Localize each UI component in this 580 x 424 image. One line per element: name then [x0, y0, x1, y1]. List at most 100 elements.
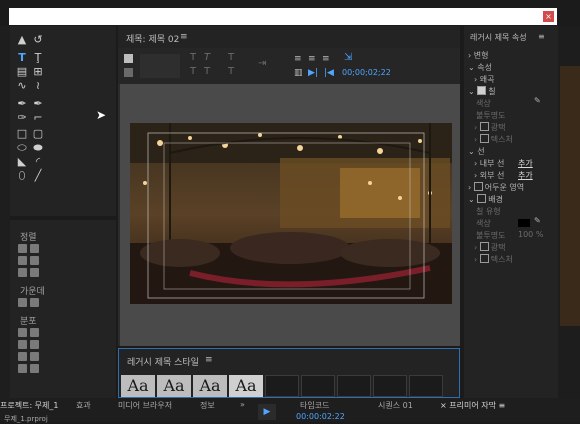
tab-timecode[interactable]: 타임코드	[300, 400, 329, 411]
close-icon[interactable]: ×	[543, 11, 554, 22]
tab-overflow[interactable]: »	[240, 400, 245, 409]
type-tool-icon[interactable]: T	[16, 52, 28, 64]
bg-sheen-row[interactable]: › 광택	[474, 242, 505, 253]
bottom-timecode[interactable]: 00:00:02:22	[296, 412, 345, 421]
bg-texture-row[interactable]: › 텍스처	[474, 254, 513, 265]
styles-menu-icon[interactable]: ≡	[205, 355, 213, 365]
fill-row[interactable]: ⌄ 칠	[468, 86, 496, 97]
tab-premiere-title[interactable]: × 프리미어 자막 ≡	[440, 400, 505, 411]
style-swatch[interactable]: Aa	[157, 375, 191, 397]
new-title-icon[interactable]	[124, 54, 133, 63]
style-swatch-empty[interactable]	[301, 375, 335, 397]
center-h-icon[interactable]	[18, 298, 27, 307]
kerning-icon[interactable]: T	[204, 66, 210, 77]
tab-sequence[interactable]: 시퀀스 01	[378, 400, 413, 411]
convert-anchor-icon[interactable]: ⌐	[32, 112, 44, 124]
distribute-icon[interactable]	[30, 340, 39, 349]
rounded-corner-rect-icon[interactable]: ⬬	[32, 142, 44, 154]
tab-project[interactable]: 프로젝트: 무제_1	[0, 400, 59, 411]
mouse-cursor-icon: ➤	[96, 108, 107, 122]
center-v-icon[interactable]	[30, 298, 39, 307]
leading-icon[interactable]: T	[228, 66, 234, 77]
underline-icon[interactable]: T	[190, 66, 196, 77]
distribute-icon[interactable]	[18, 328, 27, 337]
eyedropper-icon[interactable]: ✎	[534, 216, 541, 225]
area-type-tool-icon[interactable]: ▤	[16, 66, 28, 78]
vertical-path-type-icon[interactable]: ≀	[32, 80, 44, 92]
tab-effects[interactable]: 효과	[76, 400, 91, 411]
style-swatch-empty[interactable]	[409, 375, 443, 397]
transform-section[interactable]: › 변형	[468, 50, 488, 61]
rotate-tool-icon[interactable]: ↺	[32, 34, 44, 46]
fill-sheen-row[interactable]: › 광택	[474, 122, 505, 133]
italic-icon[interactable]: T	[204, 52, 210, 63]
pen-tool-icon[interactable]: ✒	[16, 98, 28, 110]
eyedropper-icon[interactable]: ✎	[534, 96, 541, 105]
line-tool-icon[interactable]: ╱	[32, 170, 44, 182]
stroke-section[interactable]: ⌄ 선	[468, 146, 485, 157]
align-left-icon[interactable]	[18, 244, 27, 253]
arc-tool-icon[interactable]: ◜	[32, 156, 44, 168]
align-center-v-icon[interactable]	[30, 256, 39, 265]
style-swatch[interactable]: Aa	[193, 375, 227, 397]
properties-section[interactable]: ⌄ 속성	[468, 62, 492, 73]
title-toolbar: T T T T T T ⇥ ≡ ≡ ≡ ▥ ▶| |◀ ⇲ 00;00;02;2…	[118, 48, 460, 84]
distribute-icon[interactable]	[30, 352, 39, 361]
tab-info[interactable]: 정보	[200, 400, 215, 411]
style-swatch[interactable]: Aa	[229, 375, 263, 397]
show-background-icon[interactable]: ▥	[294, 68, 303, 78]
path-type-tool-icon[interactable]: ∿	[16, 80, 28, 92]
ellipse-tool-icon[interactable]: ⬯	[16, 170, 28, 182]
tab-media-browser[interactable]: 미디어 브라우저	[118, 400, 172, 411]
style-swatch[interactable]: Aa	[121, 375, 155, 397]
style-swatch-empty[interactable]	[265, 375, 299, 397]
shadow-row[interactable]: › 어두운 영역	[468, 182, 524, 193]
vertical-type-tool-icon[interactable]: Ţ	[32, 52, 44, 64]
align-text-left-icon[interactable]: ≡	[294, 54, 302, 64]
align-text-right-icon[interactable]: ≡	[322, 54, 330, 64]
distribute-icon[interactable]	[18, 340, 27, 349]
add-inner-stroke-link[interactable]: 추가	[518, 158, 533, 169]
vertical-area-type-icon[interactable]: ⊞	[32, 66, 44, 78]
add-outer-stroke-link[interactable]: 추가	[518, 170, 533, 181]
sync-icon[interactable]: ⇲	[344, 52, 352, 63]
distribute-icon[interactable]	[18, 352, 27, 361]
align-top-icon[interactable]	[30, 244, 39, 253]
bg-opacity-value[interactable]: 100 %	[518, 230, 543, 239]
rectangle-tool-icon[interactable]: □	[16, 128, 28, 140]
align-bottom-icon[interactable]	[30, 268, 39, 277]
distribute-icon[interactable]	[30, 364, 39, 373]
distribute-icon[interactable]	[30, 328, 39, 337]
clipped-rect-tool-icon[interactable]: ⬭	[16, 142, 28, 154]
align-right-icon[interactable]	[18, 268, 27, 277]
background-section[interactable]: ⌄ 배경	[468, 194, 503, 205]
align-center-h-icon[interactable]	[18, 256, 27, 265]
align-text-center-icon[interactable]: ≡	[308, 54, 316, 64]
style-swatch-empty[interactable]	[373, 375, 407, 397]
bg-fill-type-label: 칠 유형	[476, 207, 501, 216]
selection-tool-icon[interactable]: ▲	[16, 34, 28, 46]
font-family-dropdown[interactable]	[140, 54, 180, 78]
bold-icon[interactable]: T	[190, 52, 196, 63]
distribute-group-label: 분포	[20, 317, 37, 327]
delete-anchor-icon[interactable]: ✒	[32, 98, 44, 110]
fill-texture-row[interactable]: › 텍스처	[474, 134, 513, 145]
tab-stops-icon[interactable]: ⇥	[258, 58, 266, 69]
properties-menu-icon[interactable]: ≡	[538, 32, 545, 41]
font-size-icon[interactable]: T	[228, 52, 234, 63]
distort-row[interactable]: › 왜곡	[474, 74, 494, 85]
distribute-icon[interactable]	[18, 364, 27, 373]
play-icon[interactable]: ▶	[258, 404, 276, 420]
roll-crawl-icon[interactable]	[124, 68, 133, 77]
styles-panel-title: 레거시 제목 스타일	[127, 358, 199, 368]
bg-color-swatch[interactable]	[518, 219, 530, 227]
rounded-rect-tool-icon[interactable]: ▢	[32, 128, 44, 140]
timecode[interactable]: 00;00;02;22	[342, 68, 391, 77]
panel-menu-icon[interactable]: ≡	[180, 32, 188, 42]
wedge-tool-icon[interactable]: ◣	[16, 156, 28, 168]
title-stage[interactable]	[120, 84, 460, 346]
next-frame-icon[interactable]: |◀	[324, 68, 334, 78]
add-anchor-icon[interactable]: ✑	[16, 112, 28, 124]
prev-frame-icon[interactable]: ▶|	[308, 68, 318, 78]
style-swatch-empty[interactable]	[337, 375, 371, 397]
